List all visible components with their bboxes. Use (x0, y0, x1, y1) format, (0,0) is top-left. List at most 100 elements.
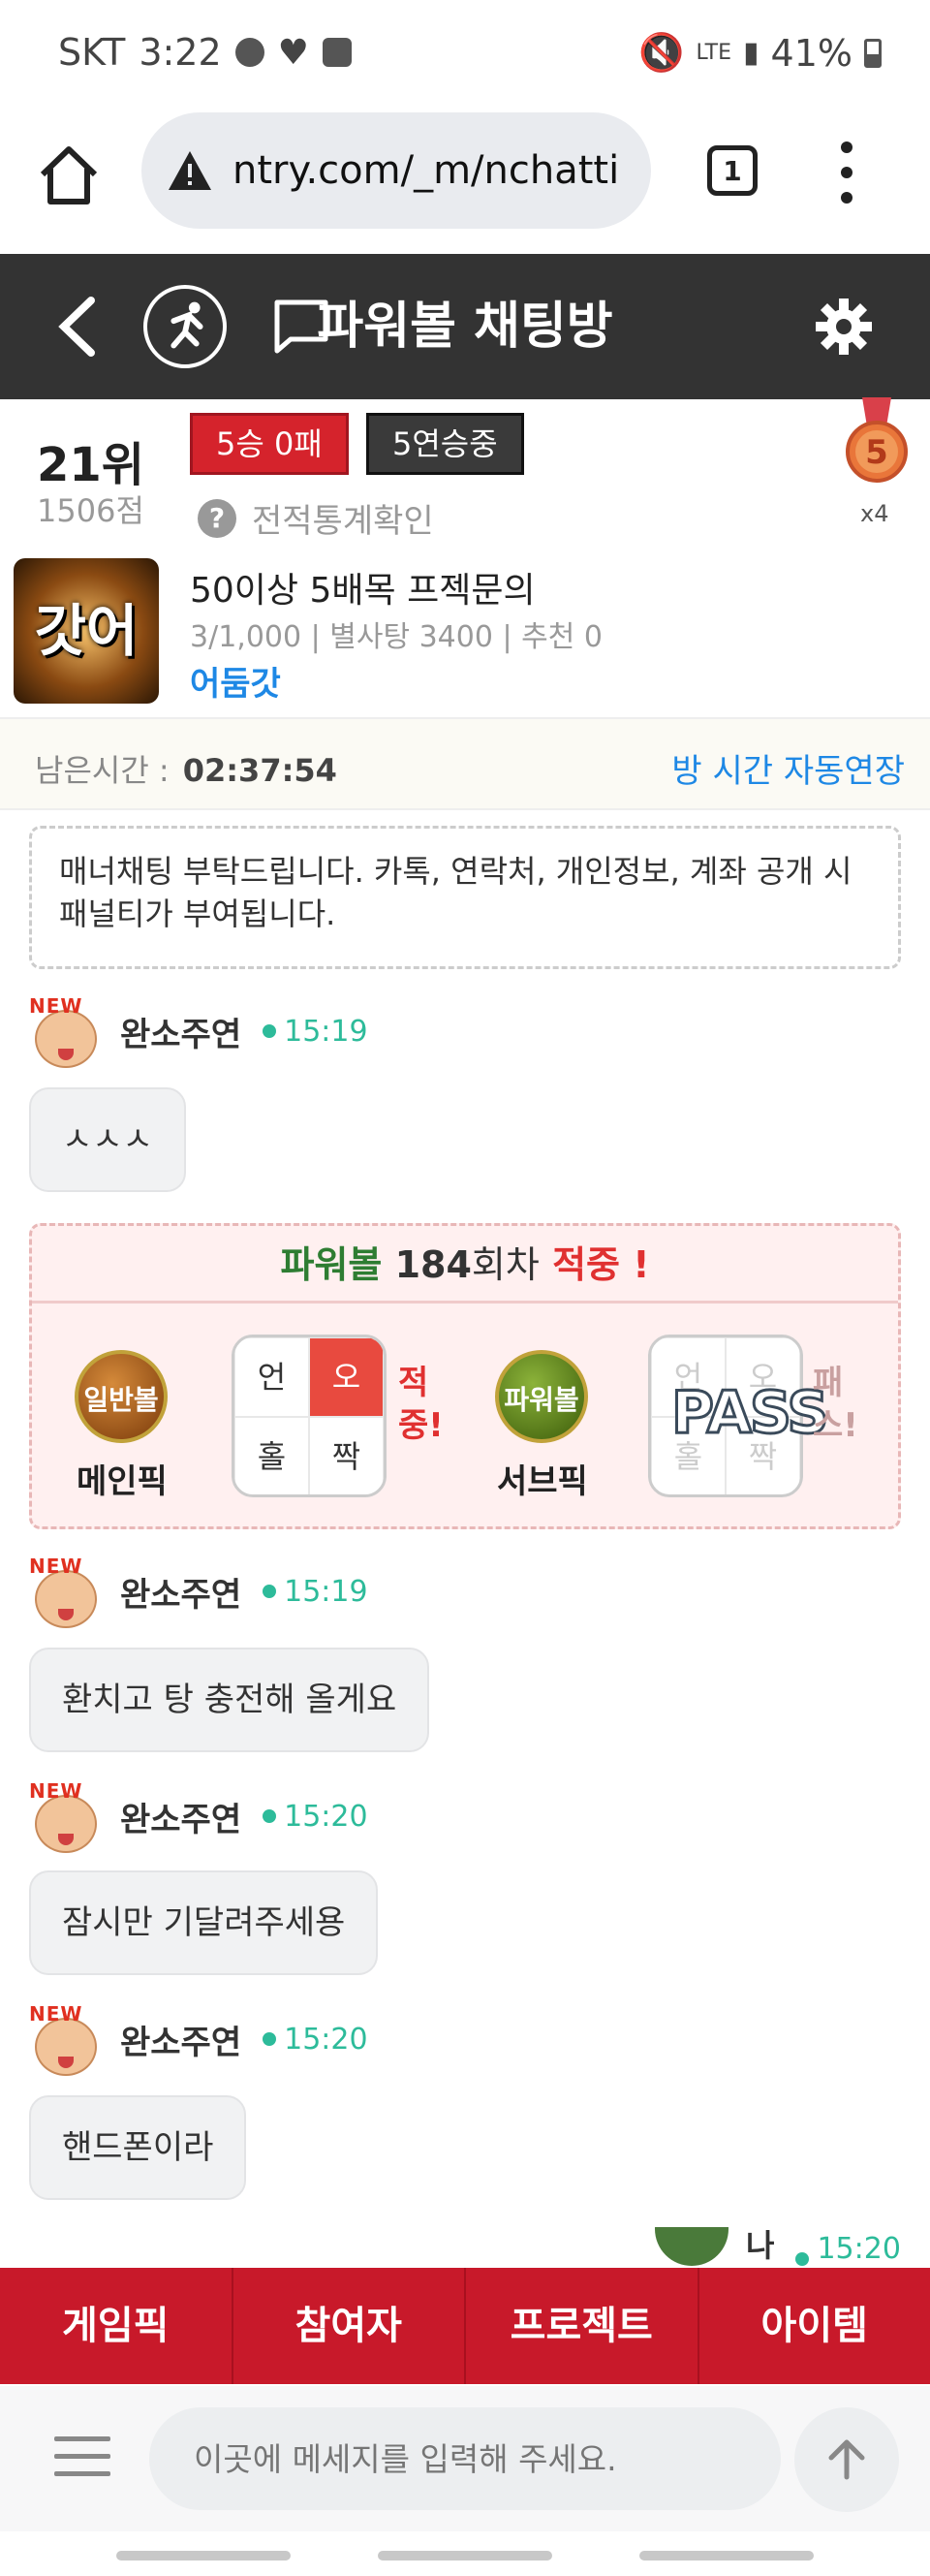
user-avatar[interactable]: NEW (29, 2002, 103, 2076)
settings-gear-icon[interactable] (814, 297, 874, 357)
online-dot-icon (795, 2252, 810, 2266)
score-text: 1506점 (37, 492, 144, 529)
normal-ball-icon: 일반볼 (75, 1350, 168, 1443)
message-time: 15:19 (284, 1574, 368, 1609)
online-dot-icon (263, 2032, 277, 2046)
pick-result-card: 파워볼 184회차 적중 ! 일반볼 메인픽 언 오 홀 짝 적중! 파워볼 서… (29, 1223, 901, 1529)
new-badge: NEW (29, 1555, 83, 1578)
home-icon[interactable] (35, 141, 103, 209)
new-badge: NEW (29, 2002, 83, 2026)
sub-pick-label: 서브픽 (497, 1462, 588, 1501)
sub-pick-verdict: 패스! (813, 1364, 858, 1445)
room-meta: 3/1,000 | 별사탕 3400 | 추천 0 (190, 620, 603, 654)
powerball-icon: 파워볼 (495, 1350, 588, 1443)
medal-count: x4 (860, 500, 889, 527)
chat-bubble-icon[interactable] (269, 295, 333, 359)
result-round-suffix: 회차 (471, 1243, 540, 1286)
signal-icon: ▮ (743, 36, 760, 70)
message-username[interactable]: 완소주연 (120, 1568, 241, 1616)
rank-text: 21위 (37, 438, 144, 492)
bottom-nav: 게임픽 참여자 프로젝트 아이템 (0, 2268, 930, 2384)
more-menu-icon[interactable] (835, 141, 858, 204)
stats-link[interactable]: ? 전적통계확인 (198, 494, 434, 542)
nav-project[interactable]: 프로젝트 (466, 2268, 699, 2384)
result-header: 파워볼 184회차 적중 ! (32, 1226, 898, 1304)
new-badge: NEW (29, 994, 83, 1018)
status-bar: SKT 3:22 ♥ 🔇 LTE ▮ 41% (0, 0, 930, 107)
message-bubble: 잠시만 기달려주세용 (29, 1870, 379, 1975)
auto-extend-link[interactable]: 방 시간 자동연장 (671, 744, 905, 792)
heart-icon: ♥ (277, 32, 309, 73)
tab-count: 1 (723, 154, 742, 187)
message-username[interactable]: 완소주연 (120, 1008, 241, 1055)
chat-notice: 매너채팅 부탁드립니다. 카톡, 연락처, 개인정보, 계좌 공개 시 패널티가… (29, 826, 901, 969)
room-thumbnail[interactable]: 갓어둠 (14, 558, 159, 809)
message-header: NEW 완소주연 15:19 (29, 1555, 368, 1628)
powerball-text: 파워볼 (504, 1384, 579, 1416)
user-avatar[interactable]: NEW (29, 1555, 103, 1628)
medal-level: 5 (865, 433, 888, 472)
nav-participants[interactable]: 참여자 (233, 2268, 466, 2384)
status-right: 🔇 LTE ▮ 41% (638, 31, 882, 75)
result-game: 파워볼 (280, 1243, 383, 1286)
message-bubble: ㅅㅅㅅ (29, 1087, 186, 1192)
hamburger-menu-icon[interactable] (54, 2436, 110, 2481)
message-username[interactable]: 완소주연 (120, 1793, 241, 1840)
message-username[interactable]: 완소주연 (120, 2016, 241, 2063)
question-icon: ? (198, 498, 236, 538)
nav-items[interactable]: 아이템 (699, 2268, 930, 2384)
my-message-time: 15:20 (817, 2232, 901, 2266)
status-left: SKT 3:22 ♥ (58, 31, 352, 74)
battery-text: 41% (770, 31, 852, 75)
arrow-up-icon (828, 2439, 865, 2480)
user-avatar[interactable]: NEW (29, 994, 103, 1068)
message-header: NEW 완소주연 15:19 (29, 994, 368, 1068)
page-title: 파워볼 채팅방 (317, 298, 613, 356)
running-person-icon (170, 301, 203, 349)
chat-input-bar (0, 2386, 930, 2531)
nav-game-pick[interactable]: 게임픽 (0, 2268, 233, 2384)
online-dot-icon (263, 1809, 277, 1823)
timer-label: 남은시간 : 02:37:54 (35, 746, 337, 791)
screen-record-icon (322, 38, 352, 67)
url-text: ntry.com/_m/nchatti (232, 148, 620, 193)
message-header: NEW 완소주연 15:20 (29, 1779, 368, 1853)
system-nav-bar (0, 2531, 930, 2576)
result-status: 적중 ! (552, 1243, 650, 1286)
message-bubble: 환치고 탕 충전해 올게요 (29, 1648, 430, 1752)
room-owner-link[interactable]: 어둠갓 (190, 657, 281, 705)
main-pick-cell: 언 (234, 1337, 309, 1417)
app-bar: 파워볼 채팅방 (0, 254, 930, 399)
user-avatar[interactable]: NEW (29, 1779, 103, 1853)
message-input[interactable] (149, 2407, 781, 2510)
nav-recent[interactable] (116, 2551, 291, 2560)
main-pick-label: 메인픽 (77, 1462, 168, 1501)
record-badge: 5승 0패 (190, 413, 349, 475)
notification-icon (234, 38, 264, 67)
runner-icon[interactable] (143, 285, 227, 368)
network-text: LTE (696, 41, 732, 65)
browser-toolbar: ntry.com/_m/nchatti 1 (0, 107, 930, 254)
nav-back[interactable] (639, 2551, 814, 2560)
streak-badge: 5연승중 (366, 413, 524, 475)
back-arrow-icon[interactable] (52, 295, 107, 359)
nav-home[interactable] (378, 2551, 552, 2560)
clock-text: 3:22 (139, 31, 222, 74)
main-pick-cell: 홀 (234, 1417, 309, 1494)
message-time: 15:20 (284, 2022, 368, 2057)
tabs-button[interactable]: 1 (707, 145, 758, 196)
timer-label-text: 남은시간 : (35, 752, 170, 789)
my-username: 나 (746, 2227, 775, 2264)
room-name: 50이상 5배목 프젝문의 (190, 571, 536, 611)
online-dot-icon (263, 1024, 277, 1038)
address-bar[interactable]: ntry.com/_m/nchatti (141, 112, 651, 229)
medal-icon: 5 (846, 397, 908, 483)
battery-icon (864, 38, 882, 68)
stats-link-label: 전적통계확인 (252, 502, 434, 541)
my-message-header: 나 15:20 (655, 2227, 901, 2266)
timer-bar: 남은시간 : 02:37:54 방 시간 자동연장 (0, 717, 930, 810)
normal-ball-text: 일반볼 (83, 1384, 159, 1416)
send-button[interactable] (794, 2407, 899, 2512)
pass-stamp: PASS (670, 1378, 831, 1449)
my-avatar (655, 2227, 728, 2266)
